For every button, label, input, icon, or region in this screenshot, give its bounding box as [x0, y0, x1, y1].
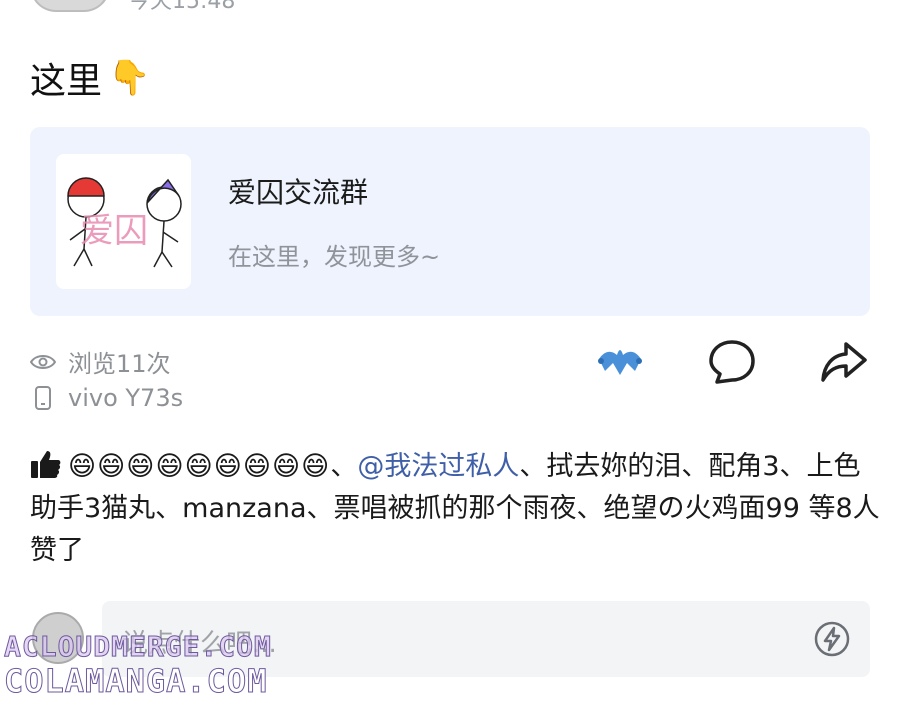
- share-icon[interactable]: [820, 338, 868, 386]
- author-avatar[interactable]: [30, 0, 110, 12]
- group-thumbnail-drawing: 爱囚: [67, 177, 182, 268]
- post-text: 这里: [30, 61, 103, 102]
- post-content: 这里 👇: [30, 52, 150, 104]
- likes-list: 😄😄😄😄😄😄😄😄😄、@我法过私人、拭去妳的泪、配角3、上色助手3猫丸、manza…: [30, 446, 880, 572]
- post-time: 今天15:48: [128, 0, 236, 14]
- views-row: 浏览11次: [30, 344, 171, 379]
- mention-link[interactable]: @我法过私人: [357, 451, 519, 482]
- group-thumbnail: 爱囚: [56, 154, 191, 289]
- watermark-top: ACLOUDMERGE.COM: [4, 630, 272, 664]
- views-count: 浏览11次: [68, 350, 171, 378]
- group-thumbnail-text: 爱囚: [80, 212, 148, 250]
- thumbs-up-icon: [31, 451, 61, 478]
- post-header: 今天15:48: [30, 0, 236, 14]
- group-card[interactable]: 爱囚 爱囚交流群 在这里，发现更多~: [30, 127, 870, 316]
- jester-hat-icon[interactable]: [596, 338, 644, 386]
- lightning-icon[interactable]: [812, 619, 852, 659]
- group-description: 在这里，发现更多~: [228, 243, 441, 271]
- group-name: 爱囚交流群: [228, 176, 369, 209]
- device-row: vivo Y73s: [30, 384, 183, 412]
- eye-icon: [30, 349, 56, 375]
- comment-icon[interactable]: [708, 338, 756, 386]
- likes-separator: 、: [330, 451, 358, 482]
- like-emojis: 😄😄😄😄😄😄😄😄😄: [68, 451, 331, 482]
- device-name: vivo Y73s: [68, 384, 184, 412]
- watermark-bottom: COLAMANGA.COM: [3, 662, 268, 701]
- phone-icon: [30, 385, 56, 411]
- pointing-down-emoji: 👇: [108, 58, 151, 98]
